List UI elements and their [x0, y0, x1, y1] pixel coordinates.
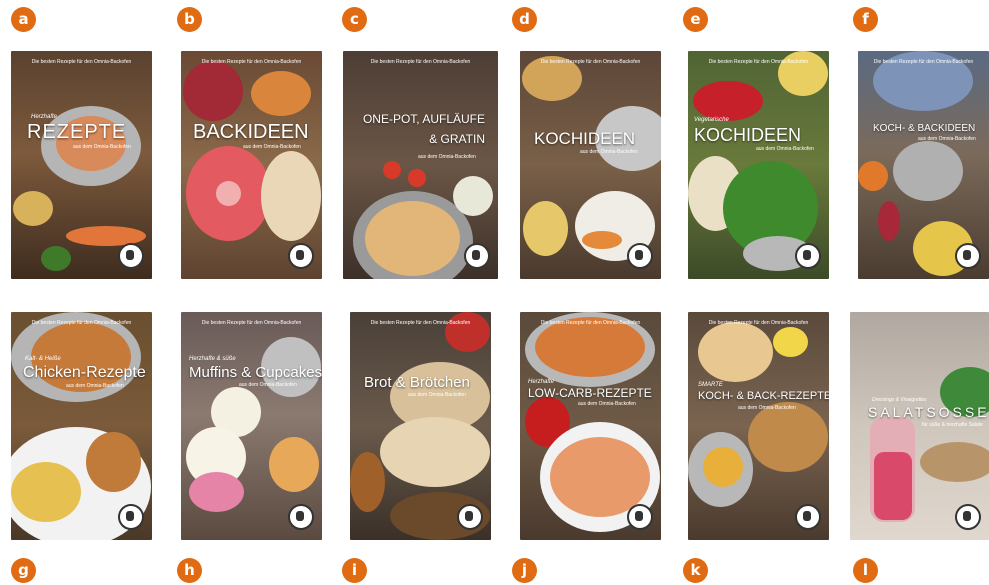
- cover-title: Chicken-Rezepte: [23, 364, 146, 381]
- omnia-logo-icon: [457, 504, 483, 530]
- cover-title: SALATSOSSEN: [868, 404, 989, 420]
- cover-header: Die besten Rezepte für den Omnia-Backofe…: [873, 59, 974, 65]
- badge-b: b: [177, 7, 202, 32]
- cover-subtitle: aus dem Omnia-Backofen: [580, 149, 638, 155]
- badge-g: g: [11, 558, 36, 583]
- cover-header: Die besten Rezepte für den Omnia-Backofe…: [31, 320, 132, 326]
- cover-subtitle: aus dem Omnia-Backofen: [918, 136, 976, 142]
- cover-title: BACKIDEEN: [193, 121, 309, 143]
- cover-kicker: Dressings & Vinaigrettes: [872, 397, 927, 403]
- cover-kicker: Vegetarische: [694, 117, 729, 123]
- cover-subtitle: aus dem Omnia-Backofen: [578, 401, 636, 407]
- omnia-logo-icon: [288, 504, 314, 530]
- badge-i: i: [342, 558, 367, 583]
- cover-salatsossen[interactable]: Dressings & Vinaigrettes SALATSOSSEN für…: [850, 312, 989, 540]
- omnia-logo-icon: [627, 243, 653, 269]
- cover-koch-backideen[interactable]: Die besten Rezepte für den Omnia-Backofe…: [858, 51, 989, 279]
- cover-muffins-cupcakes[interactable]: Die besten Rezepte für den Omnia-Backofe…: [181, 312, 322, 540]
- cover-header: Die besten Rezepte für den Omnia-Backofe…: [31, 59, 132, 65]
- cover-subtitle: aus dem Omnia-Backofen: [239, 382, 297, 388]
- badge-j: j: [512, 558, 537, 583]
- cover-header: Die besten Rezepte für den Omnia-Backofe…: [540, 59, 641, 65]
- cover-one-pot[interactable]: Die besten Rezepte für den Omnia-Backofe…: [343, 51, 498, 279]
- cover-low-carb-rezepte[interactable]: Die besten Rezepte für den Omnia-Backofe…: [520, 312, 661, 540]
- omnia-logo-icon: [955, 243, 981, 269]
- cover-kicker: Herzhafte: [528, 379, 555, 385]
- cover-subtitle: aus dem Omnia-Backofen: [408, 392, 466, 398]
- cover-title: REZEPTE: [27, 121, 127, 143]
- cover-subtitle: aus dem Omnia-Backofen: [418, 154, 476, 160]
- cover-header: Die besten Rezepte für den Omnia-Backofe…: [708, 320, 809, 326]
- omnia-logo-icon: [955, 504, 981, 530]
- cover-chicken-rezepte[interactable]: Die besten Rezepte für den Omnia-Backofe…: [11, 312, 152, 540]
- cover-header: Die besten Rezepte für den Omnia-Backofe…: [370, 59, 471, 65]
- cover-subtitle: aus dem Omnia-Backofen: [756, 146, 814, 152]
- cover-title: KOCH- & BACK-REZEPTE: [698, 390, 829, 402]
- cover-vegetarische-kochideen[interactable]: Die besten Rezepte für den Omnia-Backofe…: [688, 51, 829, 279]
- cover-title: LOW-CARB-REZEPTE: [528, 386, 652, 400]
- cover-kicker: SMARTE: [698, 382, 723, 388]
- cover-title: Brot & Brötchen: [364, 374, 470, 391]
- omnia-logo-icon: [118, 504, 144, 530]
- cover-kicker: Herzhafte: [31, 114, 58, 120]
- badge-c: c: [342, 7, 367, 32]
- cover-subtitle: aus dem Omnia-Backofen: [73, 144, 131, 150]
- badge-f: f: [853, 7, 878, 32]
- omnia-logo-icon: [464, 243, 490, 269]
- cover-subtitle: aus dem Omnia-Backofen: [243, 144, 301, 150]
- cover-kochideen[interactable]: Die besten Rezepte für den Omnia-Backofe…: [520, 51, 661, 279]
- cover-subtitle: für süße & herzhafte Salate: [922, 422, 983, 428]
- cover-header: Die besten Rezepte für den Omnia-Backofe…: [708, 59, 809, 65]
- cover-title: Muffins & Cupcakes: [189, 364, 322, 381]
- cover-kicker: Herzhafte & süße: [189, 356, 236, 362]
- cover-header: Die besten Rezepte für den Omnia-Backofe…: [540, 320, 641, 326]
- cover-rezepte[interactable]: Die besten Rezepte für den Omnia-Backofe…: [11, 51, 152, 279]
- omnia-logo-icon: [118, 243, 144, 269]
- omnia-logo-icon: [288, 243, 314, 269]
- omnia-logo-icon: [627, 504, 653, 530]
- cover-smarte-koch-back-rezepte[interactable]: Die besten Rezepte für den Omnia-Backofe…: [688, 312, 829, 540]
- badge-e: e: [683, 7, 708, 32]
- cover-title: KOCH- & BACKIDEEN: [873, 123, 976, 134]
- cover-subtitle: aus dem Omnia-Backofen: [738, 405, 796, 411]
- badge-h: h: [177, 558, 202, 583]
- cover-header: Die besten Rezepte für den Omnia-Backofe…: [370, 320, 471, 326]
- cover-backideen[interactable]: Die besten Rezepte für den Omnia-Backofe…: [181, 51, 322, 279]
- cover-kicker: Kalt- & Heiße: [25, 356, 61, 362]
- cover-header: Die besten Rezepte für den Omnia-Backofe…: [201, 320, 302, 326]
- omnia-logo-icon: [795, 504, 821, 530]
- badge-a: a: [11, 7, 36, 32]
- cover-brot-broetchen[interactable]: Die besten Rezepte für den Omnia-Backofe…: [350, 312, 491, 540]
- badge-l: l: [853, 558, 878, 583]
- badge-d: d: [512, 7, 537, 32]
- badge-k: k: [683, 558, 708, 583]
- cover-title: KOCHIDEEN: [694, 125, 802, 145]
- cover-title: KOCHIDEEN: [534, 129, 636, 148]
- cover-title: ONE-POT, AUFLÄUFE & GRATIN: [362, 112, 485, 146]
- omnia-logo-icon: [795, 243, 821, 269]
- cover-header: Die besten Rezepte für den Omnia-Backofe…: [201, 59, 302, 65]
- cover-subtitle: aus dem Omnia-Backofen: [66, 383, 124, 389]
